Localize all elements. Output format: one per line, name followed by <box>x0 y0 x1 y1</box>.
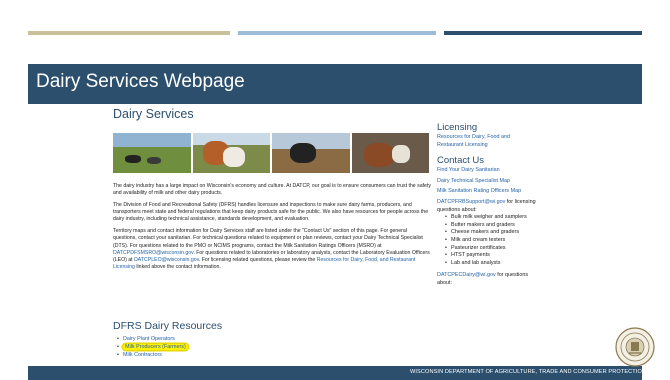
paragraph-1: The dairy industry has a large impact on… <box>113 183 431 197</box>
topic-item: Cheese makers and graders <box>445 229 537 237</box>
sidebar: Licensing Resources for Dairy, Food and … <box>437 122 537 288</box>
resource-link-milk-producers[interactable]: Milk Producers (Farmers) <box>117 343 188 351</box>
support-line: DATCPFRBSupport@wi.gov for licensing que… <box>437 198 536 213</box>
photo-strip <box>113 133 429 173</box>
contact-link-sanitarian[interactable]: Find Your Dairy Sanitarian <box>437 167 537 175</box>
slide: Dairy Services Webpage Dairy Services Th… <box>0 0 670 380</box>
topic-item: Bulk milk weigher and samplers <box>445 214 537 222</box>
cows-pasture-photo <box>113 133 191 173</box>
licensing-heading: Licensing <box>437 122 478 133</box>
accent-bar-light-blue <box>238 31 436 35</box>
topic-item: HTST payments <box>445 252 537 260</box>
resources-list: Dairy Plant Operators Milk Producers (Fa… <box>117 335 188 359</box>
dairy-email-line: DATCPECDairy@wi.gov for questions about: <box>437 272 529 286</box>
topic-item: Milk and cream testers <box>445 237 537 245</box>
licensing-topics: Bulk milk weigher and samplers Butter ma… <box>437 214 537 267</box>
contact-link-dts-map[interactable]: Dairy Technical Specialist Map <box>437 178 537 186</box>
footer-text: WISCONSIN DEPARTMENT OF AGRICULTURE, TRA… <box>410 369 647 375</box>
leo-email-link[interactable]: DATCPLEO@wisconsin.gov <box>134 257 199 263</box>
msro-email-link[interactable]: DATCPDFSMSRO@wisconsin.gov <box>113 250 193 256</box>
support-email-link[interactable]: DATCPFRBSupport@wi.gov <box>437 199 505 205</box>
topic-item: Butter makers and graders <box>445 222 537 230</box>
resource-link-milk-contractors[interactable]: Milk Contractors <box>117 351 188 359</box>
cow-closeup-photo <box>192 133 270 173</box>
highlighted-milk-producers[interactable]: Milk Producers (Farmers) <box>123 344 188 350</box>
slide-title: Dairy Services Webpage <box>36 71 245 92</box>
accent-bar-navy <box>444 31 642 35</box>
accent-bar-tan <box>28 31 230 35</box>
contact-link-msro-map[interactable]: Milk Sanitation Rating Officers Map <box>437 188 537 196</box>
dairy-email-link[interactable]: DATCPECDairy@wi.gov <box>437 272 496 278</box>
contact-heading: Contact Us <box>437 155 484 167</box>
resources-heading: DFRS Dairy Resources <box>113 320 223 332</box>
resource-link-dairy-plant-operators[interactable]: Dairy Plant Operators <box>117 335 188 343</box>
licensing-link[interactable]: Resources for Dairy, Food and Restaurant… <box>437 134 537 149</box>
intro-text: The dairy industry has a large impact on… <box>113 183 431 276</box>
topic-item: Pasteurizer certificates <box>445 245 537 253</box>
page-heading: Dairy Services <box>113 107 194 121</box>
topic-item: Lab and lab analysts <box>445 260 537 268</box>
paragraph-2: The Division of Food and Recreational Sa… <box>113 202 429 223</box>
state-seal-icon <box>615 327 655 367</box>
paragraph-3: Territory maps and contact information f… <box>113 228 430 271</box>
horse-farm-photo <box>272 133 350 173</box>
barn-cows-photo <box>351 133 429 173</box>
